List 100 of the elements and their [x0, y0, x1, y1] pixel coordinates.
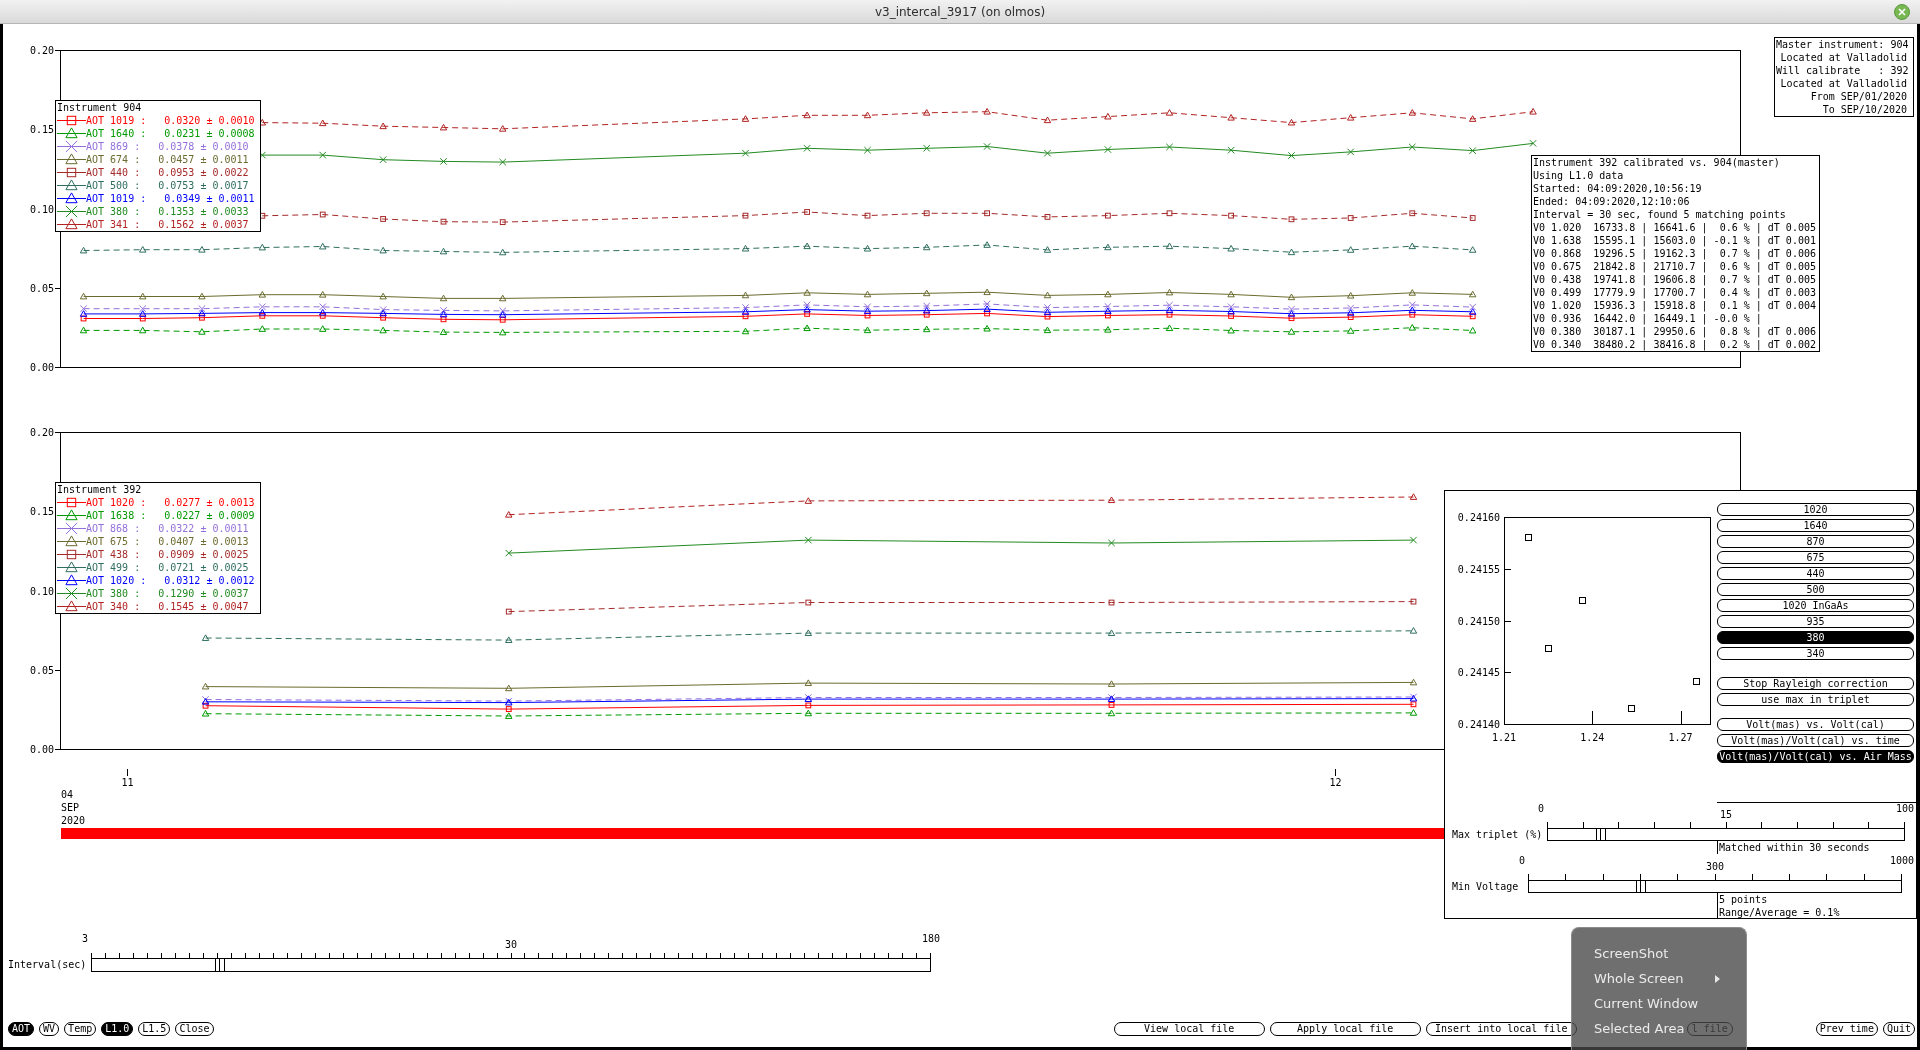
legend-value: : 0.0349 ± 0.0011: [140, 192, 255, 205]
wavelength-button[interactable]: 870: [1717, 535, 1914, 548]
slider-thumb[interactable]: [215, 958, 226, 972]
plot-type-button[interactable]: Volt(mas)/Volt(cal) vs. Air Mass: [1717, 750, 1914, 763]
menu-item[interactable]: Selected Area: [1594, 1016, 1685, 1041]
slider-thumb[interactable]: [1635, 880, 1646, 893]
legend-label: AOT 1019: [86, 114, 135, 127]
point: [804, 629, 813, 637]
mode-button[interactable]: L1.5: [138, 1022, 171, 1036]
point: [1108, 599, 1115, 606]
file-action-button[interactable]: Apply local file: [1269, 1022, 1421, 1036]
mode-button[interactable]: WV: [39, 1022, 60, 1036]
y-axis-label: 0.15: [29, 124, 54, 136]
calibration-result-line: V0 0.438 19741.8 | 19606.8 | 0.7 % | dT 0.005: [1533, 273, 1817, 286]
cross-marker-icon: [57, 587, 86, 600]
slider-track[interactable]: [1528, 880, 1902, 893]
menu-item[interactable]: Current Window: [1594, 991, 1699, 1016]
calibration-result-line: V0 0.380 30187.1 | 29950.6 | 0.8 % | dT 0.006: [1533, 325, 1817, 338]
legend-label: AOT 1638: [86, 509, 135, 522]
point: [1409, 311, 1416, 318]
wavelength-button[interactable]: 1020 InGaAs: [1717, 599, 1914, 612]
point: [499, 125, 507, 132]
legend-value: : 0.0721 ± 0.0025: [134, 561, 249, 574]
point: [1468, 146, 1477, 155]
menu-item[interactable]: Whole Screen: [1594, 966, 1746, 991]
point: [319, 151, 327, 159]
point: [380, 216, 387, 222]
option-button[interactable]: Stop Rayleigh correction: [1717, 677, 1914, 690]
square-marker-icon: [57, 114, 86, 127]
point: [805, 702, 812, 709]
point: [1166, 210, 1173, 217]
wavelength-button[interactable]: 1640: [1717, 519, 1914, 532]
point: [923, 289, 931, 297]
point: [201, 634, 210, 641]
mode-button[interactable]: L1.0: [101, 1022, 134, 1036]
mode-button[interactable]: Close: [175, 1022, 214, 1036]
point: [198, 328, 206, 335]
legend-label: AOT 674: [86, 153, 129, 166]
status-text: Matched within 30 seconds: [1717, 841, 1870, 854]
slider-track[interactable]: [91, 958, 931, 972]
point: [1468, 115, 1477, 122]
point: [199, 314, 205, 321]
point: [1104, 290, 1112, 298]
point: [983, 324, 991, 332]
point: [1346, 309, 1355, 316]
mode-button[interactable]: AOT: [8, 1022, 35, 1036]
nav-button[interactable]: Prev time: [1815, 1022, 1878, 1036]
plot-type-button[interactable]: Volt(mas)/Volt(cal) vs. time: [1717, 734, 1914, 747]
point: [505, 511, 513, 518]
point: [1107, 629, 1116, 637]
point: [1409, 536, 1418, 544]
point: [1347, 215, 1354, 221]
wavelength-button[interactable]: 675: [1717, 551, 1914, 564]
point: [741, 291, 750, 299]
triangle-marker-icon: [57, 218, 86, 231]
nav-button[interactable]: Quit: [1882, 1022, 1915, 1036]
point: [139, 315, 146, 322]
point: [379, 326, 387, 334]
calibration-result-line: V0 0.868 19296.5 | 19162.3 | 0.7 % | dT 0.006: [1533, 247, 1817, 260]
wavelength-button[interactable]: 500: [1717, 583, 1914, 596]
legend-label: AOT 1020: [86, 574, 135, 587]
close-button[interactable]: [1894, 3, 1910, 20]
point: [983, 288, 991, 296]
option-button[interactable]: use max in triplet: [1717, 693, 1914, 706]
point: [139, 326, 147, 334]
legend-value: : 0.0322 ± 0.0011: [134, 522, 249, 535]
point: [984, 310, 990, 317]
point: [319, 119, 327, 127]
file-action-button[interactable]: View local file: [1113, 1022, 1265, 1036]
calibration-result-line: V0 0.936 16442.0 | 16449.1 | -0.0 % |: [1533, 312, 1763, 325]
wavelength-button[interactable]: 1020: [1717, 503, 1914, 516]
point: [983, 241, 991, 248]
wavelength-button[interactable]: 380: [1717, 631, 1914, 644]
point: [258, 243, 267, 251]
scale-max-label: 180: [921, 932, 941, 945]
legend-label: AOT 1020: [86, 496, 135, 509]
menu-item[interactable]: ScreenShot: [1594, 941, 1669, 966]
y-axis-label: 0.20: [29, 45, 54, 56]
point: [1227, 326, 1235, 334]
point: [803, 111, 811, 119]
point: [863, 290, 872, 298]
point: [864, 312, 871, 319]
point: [79, 246, 88, 254]
legend-label: AOT 500: [86, 179, 129, 192]
plot-type-button[interactable]: Volt(mas) vs. Volt(cal): [1717, 718, 1914, 731]
point: [499, 294, 507, 302]
wavelength-button[interactable]: 935: [1717, 615, 1914, 628]
slider-thumb[interactable]: [1596, 828, 1607, 841]
point: [1227, 290, 1235, 298]
slider-value-label: 300: [1705, 860, 1725, 873]
triangle-marker-icon: [57, 561, 86, 574]
wavelength-button[interactable]: 340: [1717, 647, 1914, 660]
date-label: 04 SEP 2020: [61, 788, 86, 827]
data-point: [1545, 645, 1552, 652]
point: [79, 304, 88, 313]
wavelength-button[interactable]: 440: [1717, 567, 1914, 580]
data-point: [1693, 678, 1700, 685]
slider-track[interactable]: [1547, 828, 1905, 841]
mode-button[interactable]: Temp: [64, 1022, 97, 1036]
point: [923, 144, 931, 152]
